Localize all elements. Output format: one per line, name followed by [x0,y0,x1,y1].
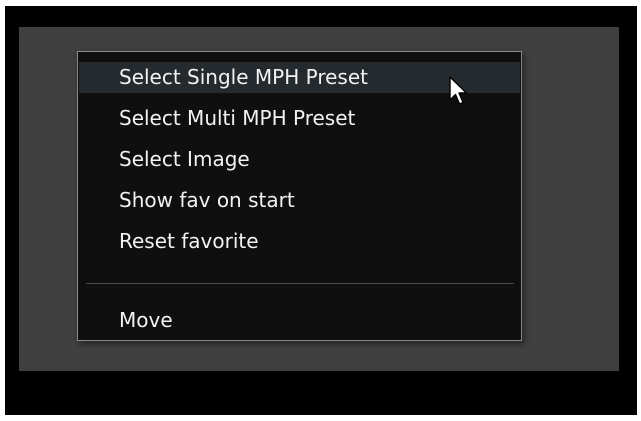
arrow-cursor-icon [449,76,468,105]
menu-item-show-fav-on-start[interactable]: Show fav on start [79,185,520,216]
menu-item-move[interactable]: Move [79,305,520,336]
menu-item-select-image[interactable]: Select Image [79,144,520,175]
menu-item-reset-favorite[interactable]: Reset favorite [79,226,520,257]
menu-separator [86,283,514,284]
